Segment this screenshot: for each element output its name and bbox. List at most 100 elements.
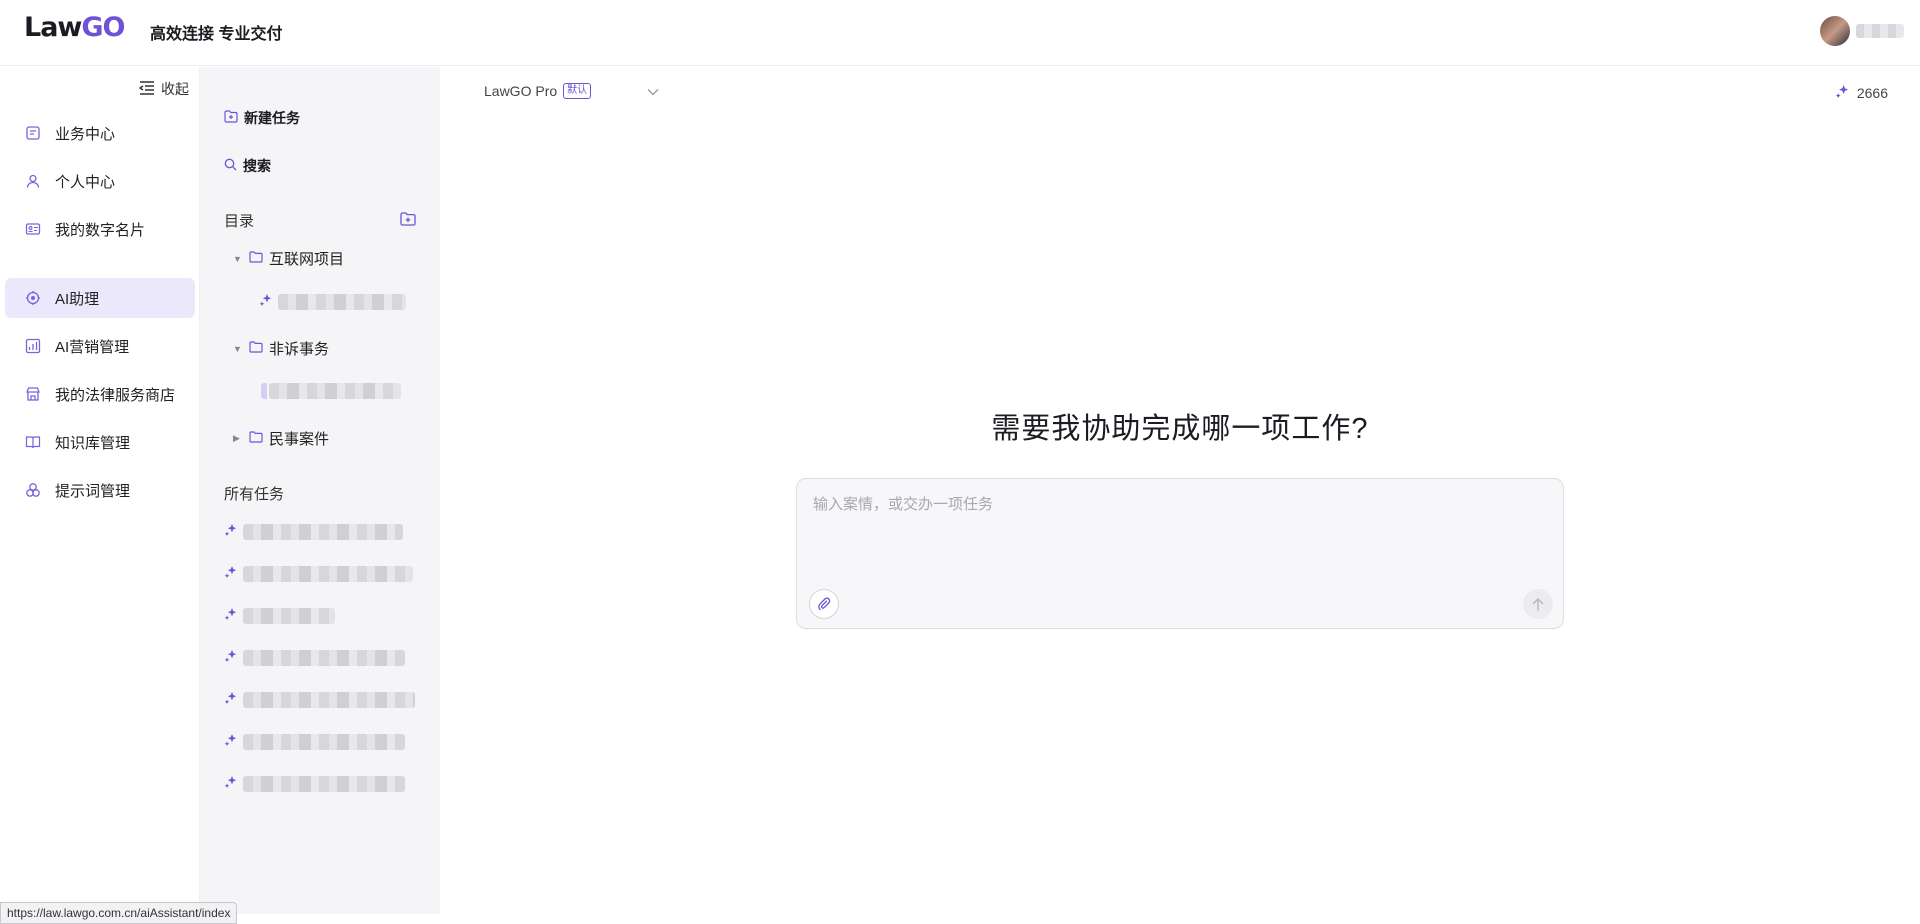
task-item[interactable]	[224, 691, 415, 709]
send-button[interactable]	[1523, 589, 1553, 619]
task-input[interactable]	[813, 493, 1549, 573]
sparkle-icon	[224, 607, 237, 625]
status-bar-url: https://law.lawgo.com.cn/aiAssistant/ind…	[0, 902, 238, 924]
folder-internet-projects[interactable]: ▼ 互联网项目	[233, 248, 344, 269]
chart-icon	[25, 338, 41, 354]
search-button[interactable]: 搜索	[224, 156, 271, 176]
folder-civil-cases[interactable]: ▶ 民事案件	[233, 428, 329, 449]
store-icon	[25, 386, 41, 402]
task-title-redacted	[243, 734, 405, 750]
sparkle-icon	[224, 565, 237, 583]
header-slogan: 高效连接 专业交付	[150, 26, 283, 43]
sidebar-item-label: 知识库管理	[55, 434, 131, 452]
folder-icon	[249, 430, 263, 447]
sparkle-icon	[224, 691, 237, 709]
folder-name: 互联网项目	[269, 251, 345, 268]
sparkle-icon	[224, 775, 237, 793]
sparkle-icon	[224, 733, 237, 751]
task-title-redacted	[243, 566, 413, 582]
prompt-icon	[25, 482, 41, 498]
user-icon	[25, 173, 41, 189]
ai-assistant-icon	[25, 290, 41, 306]
logo-text-law: Law	[24, 12, 82, 43]
sidebar-item-legal-store[interactable]: 我的法律服务商店	[5, 374, 195, 414]
sidebar-item-knowledge-base[interactable]: 知识库管理	[5, 422, 195, 462]
folder-plus-icon	[224, 110, 238, 126]
all-tasks-label: 所有任务	[224, 486, 285, 503]
folder-name: 民事案件	[269, 431, 330, 448]
caret-down-icon[interactable]: ▼	[233, 254, 243, 264]
sidebar-item-ai-marketing[interactable]: AI营销管理	[5, 326, 195, 366]
collapse-label: 收起	[161, 81, 189, 97]
folder-task-item[interactable]	[259, 293, 406, 311]
task-item[interactable]	[224, 733, 405, 751]
caret-right-icon[interactable]: ▶	[233, 433, 243, 444]
avatar[interactable]	[1820, 16, 1850, 46]
task-item[interactable]	[224, 565, 413, 583]
sidebar-item-label: 提示词管理	[55, 482, 131, 500]
task-title-redacted	[278, 294, 406, 310]
new-task-button[interactable]: 新建任务	[224, 108, 300, 128]
sidebar-item-prompt-management[interactable]: 提示词管理	[5, 470, 195, 510]
paperclip-icon	[818, 597, 831, 611]
sparkle-icon	[224, 649, 237, 667]
card-icon	[25, 221, 41, 237]
search-icon	[224, 158, 237, 174]
collapse-button[interactable]: 收起	[138, 79, 189, 99]
sidebar-item-digital-card[interactable]: 我的数字名片	[5, 209, 195, 249]
chevron-down-icon	[647, 83, 659, 99]
sidebar-item-label: 个人中心	[55, 173, 116, 191]
sparkle-icon	[259, 293, 272, 311]
model-select[interactable]: LawGO Pro 默认	[484, 83, 659, 99]
task-title-redacted	[243, 524, 403, 540]
folder-icon	[249, 340, 263, 357]
top-header: LawGO 高效连接 专业交付	[0, 0, 1920, 66]
caret-down-icon[interactable]: ▼	[233, 344, 243, 354]
lawgo-logo[interactable]: LawGO	[24, 12, 126, 43]
sidebar-item-label: AI助理	[55, 290, 100, 308]
folder-non-litigation[interactable]: ▼ 非诉事务	[233, 338, 329, 359]
folder-task-item[interactable]	[269, 383, 401, 399]
sidebar-item-label: 我的法律服务商店	[55, 386, 176, 404]
task-item[interactable]	[224, 775, 405, 793]
task-item[interactable]	[224, 523, 403, 541]
business-icon	[25, 125, 41, 141]
sidebar-item-label: 业务中心	[55, 125, 116, 143]
main-content: LawGO Pro 默认 2666 需要我协助完成哪一项工作?	[440, 67, 1920, 924]
directory-label: 目录	[224, 213, 255, 230]
folder-icon	[249, 250, 263, 267]
new-task-label: 新建任务	[244, 110, 300, 126]
task-panel: 新建任务 搜索 目录 ▼ 互联网项目 ▼ 非诉事务 ▶ 民事案件 所有任务	[200, 67, 440, 914]
arrow-up-icon	[1532, 597, 1544, 611]
page-title: 需要我协助完成哪一项工作?	[991, 413, 1369, 445]
sparkle-icon	[224, 523, 237, 541]
credits-display[interactable]: 2666	[1835, 84, 1888, 101]
task-title-redacted	[243, 608, 335, 624]
task-item[interactable]	[224, 607, 335, 625]
add-folder-icon	[400, 212, 416, 226]
task-title-redacted	[243, 692, 415, 708]
sidebar-nav: 收起 业务中心 个人中心 我的数字名片 AI助理 AI营销管理 我的法律服务商店…	[0, 67, 200, 924]
task-item[interactable]	[224, 649, 405, 667]
task-title-redacted	[243, 776, 405, 792]
credits-value: 2666	[1856, 84, 1888, 101]
task-title-redacted	[243, 650, 405, 666]
attach-button[interactable]	[809, 589, 839, 619]
search-label: 搜索	[243, 158, 271, 174]
sparkle-icon	[1835, 84, 1849, 101]
collapse-icon	[138, 80, 155, 98]
sidebar-item-business-center[interactable]: 业务中心	[5, 113, 195, 153]
task-title-redacted	[269, 383, 401, 399]
sidebar-item-label: AI营销管理	[55, 338, 130, 356]
sidebar-item-ai-assistant[interactable]: AI助理	[5, 278, 195, 318]
model-name: LawGO Pro	[484, 83, 558, 99]
user-name-redacted[interactable]	[1856, 24, 1904, 38]
folder-name: 非诉事务	[269, 341, 330, 358]
sidebar-item-label: 我的数字名片	[55, 221, 146, 239]
sidebar-item-personal-center[interactable]: 个人中心	[5, 161, 195, 201]
chat-composer	[796, 478, 1564, 629]
book-icon	[25, 434, 41, 450]
default-badge: 默认	[563, 83, 592, 99]
logo-text-go: GO	[81, 12, 125, 43]
add-folder-button[interactable]	[400, 212, 416, 231]
